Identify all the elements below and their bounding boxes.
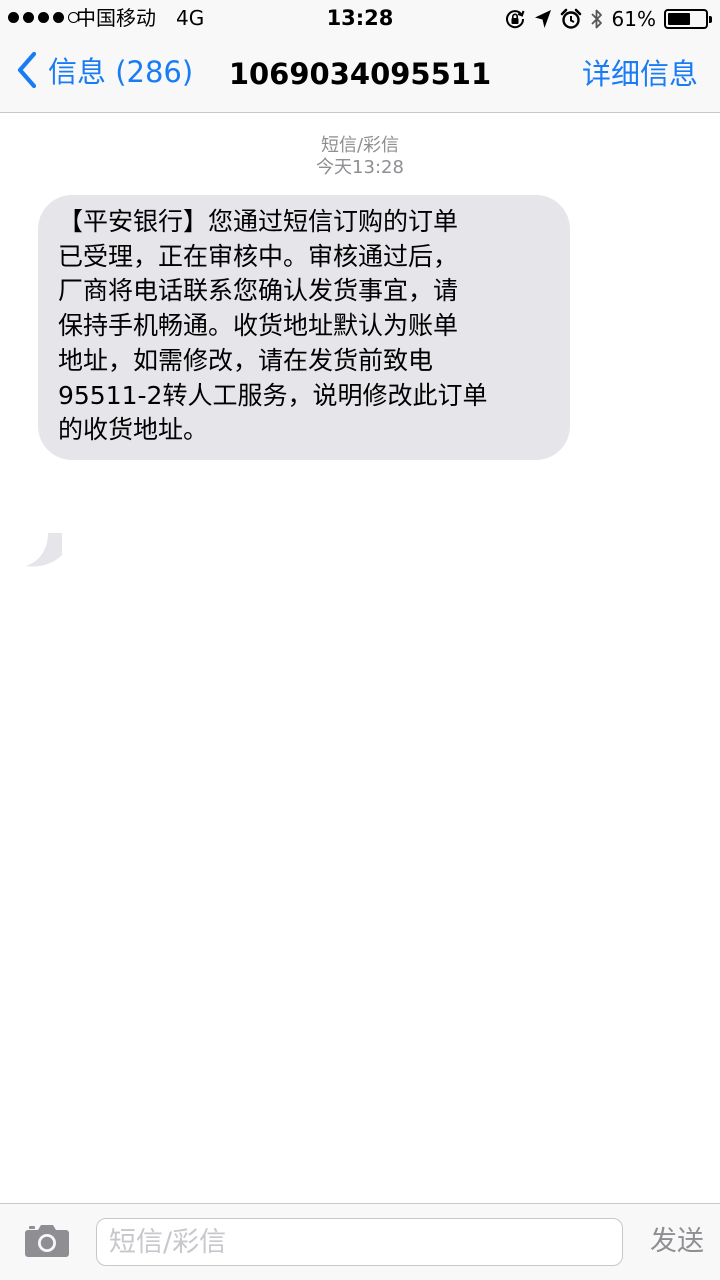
alarm-clock-icon (560, 8, 582, 30)
status-bar: 中国移动 4G 13:28 61% (0, 0, 720, 36)
message-line: 地址，如需修改，请在发货前致电 (58, 345, 434, 375)
message-thread[interactable]: 短信/彩信 今天13:28 【平安银行】您通过短信订购的订单 已受理，正在审核中… (0, 113, 720, 1203)
message-meta: 短信/彩信 今天13:28 (0, 135, 720, 179)
message-input-bar: 发送 (0, 1203, 720, 1280)
location-arrow-icon (534, 9, 552, 29)
orientation-lock-icon (504, 8, 526, 30)
navigation-bar: 信息 (286) 1069034095511 详细信息 (0, 36, 720, 112)
message-line: 95511-2转人工服务，说明修改此订单 (58, 380, 488, 410)
status-icons: 61% (504, 6, 712, 32)
top-bar: 中国移动 4G 13:28 61% 信息 (286) 1069034095511… (0, 0, 720, 113)
camera-button[interactable] (24, 1222, 70, 1262)
bubble-tail (26, 533, 62, 567)
battery-percent: 61% (611, 7, 656, 31)
send-button[interactable]: 发送 (650, 1224, 704, 1260)
message-line: 厂商将电话联系您确认发货事宜，请 (58, 276, 459, 306)
battery-icon (664, 9, 712, 29)
message-line: 的收货地址。 (58, 415, 209, 445)
message-type-label: 短信/彩信 (320, 135, 400, 156)
message-line: 【平安银行】您通过短信订购的订单 (58, 207, 459, 236)
incoming-message-bubble[interactable]: 【平安银行】您通过短信订购的订单 已受理，正在审核中。审核通过后， 厂商将电话联… (38, 195, 570, 460)
bluetooth-icon (590, 8, 604, 30)
battery-level (668, 13, 690, 25)
camera-icon (24, 1225, 70, 1262)
message-line: 已受理，正在审核中。审核通过后， (58, 241, 459, 271)
message-input[interactable] (96, 1218, 623, 1266)
message-timestamp: 今天13:28 (316, 157, 404, 178)
message-line: 保持手机畅通。收货地址默认为账单 (58, 311, 459, 341)
details-button[interactable]: 详细信息 (582, 56, 698, 92)
